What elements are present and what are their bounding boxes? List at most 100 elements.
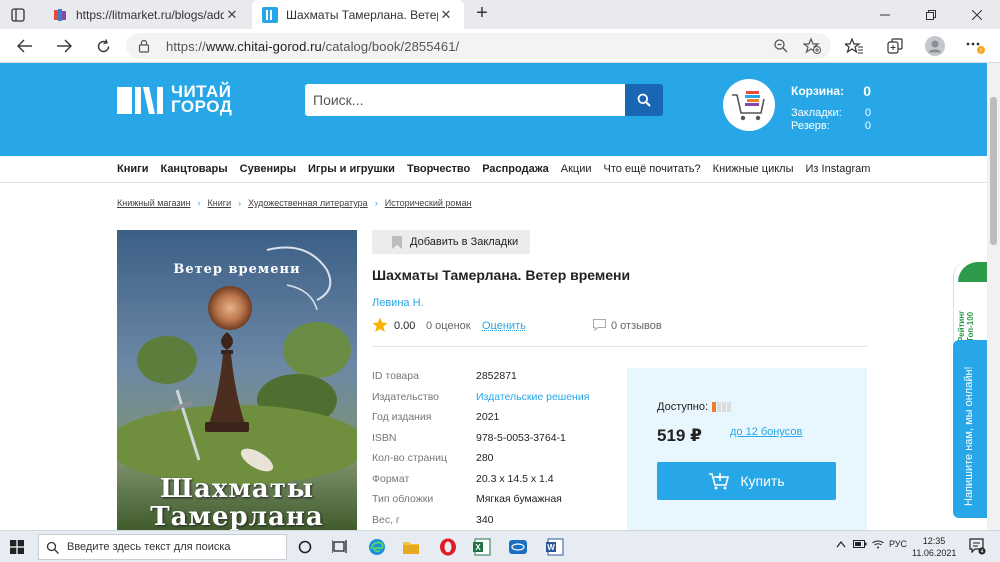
property-value: 280 — [476, 452, 494, 465]
word-icon[interactable]: W — [544, 536, 566, 558]
add-favorite-icon[interactable] — [803, 37, 821, 55]
property-value: 340 — [476, 513, 494, 526]
tab-title: Шахматы Тамерлана. Ветер време — [286, 7, 438, 22]
cart-count-row[interactable]: Корзина: 0 — [791, 83, 871, 99]
chitai-gorod-favicon-icon — [262, 6, 278, 23]
chevron-up-icon[interactable] — [836, 540, 846, 548]
nav-item-stationery[interactable]: Канцтовары — [160, 163, 227, 175]
file-explorer-icon[interactable] — [400, 536, 422, 558]
edge-app-icon[interactable] — [366, 536, 388, 558]
top100-line-1: Рейтинг — [957, 310, 966, 342]
page-scrollbar[interactable] — [987, 63, 1000, 530]
windows-start-icon[interactable] — [10, 540, 24, 554]
breadcrumb-separator: › — [374, 198, 378, 208]
publisher-link[interactable]: Издательские решения — [476, 391, 589, 403]
cortana-icon[interactable] — [294, 536, 316, 558]
bonus-link[interactable]: до 12 бонусов — [730, 426, 802, 438]
lock-icon[interactable] — [138, 39, 150, 53]
profile-icon[interactable] — [924, 35, 946, 57]
property-key: Формат — [372, 472, 410, 485]
add-to-bookmarks-button[interactable]: Добавить в Закладки — [372, 230, 530, 254]
breadcrumb-item[interactable]: Исторический роман — [385, 198, 472, 208]
nav-item-book-series[interactable]: Книжные циклы — [713, 163, 794, 175]
tab-chitai-gorod[interactable]: Шахматы Тамерлана. Ветер време ✕ — [252, 0, 464, 29]
nav-item-games-toys[interactable]: Игры и игрушки — [308, 163, 395, 175]
author-link[interactable]: Левина Н. — [372, 297, 424, 309]
breadcrumb-item[interactable]: Книжный магазин — [117, 198, 191, 208]
close-window-icon[interactable] — [954, 0, 1000, 29]
app-icon[interactable] — [507, 536, 529, 558]
property-value: 20.3 x 14.5 x 1.4 — [476, 472, 554, 485]
minimize-icon[interactable] — [862, 0, 908, 29]
browser-tab-bar: https://litmarket.ru/blogs/add ✕ Шахматы… — [0, 0, 1000, 29]
breadcrumb-item[interactable]: Художественная литература — [248, 198, 368, 208]
favorites-icon[interactable] — [843, 35, 865, 57]
cart-button[interactable] — [723, 79, 775, 131]
availability-indicator — [712, 402, 732, 412]
rate-link[interactable]: Оценить — [482, 320, 526, 332]
nav-item-sale[interactable]: Распродажа — [482, 163, 549, 175]
nav-item-promotions[interactable]: Акции — [561, 163, 592, 175]
zoom-icon[interactable] — [772, 37, 790, 55]
task-view-icon[interactable] — [329, 536, 351, 558]
property-row: Вес, г 340 — [372, 510, 589, 531]
excel-icon[interactable]: X — [471, 536, 493, 558]
close-tab-icon[interactable]: ✕ — [224, 7, 240, 23]
collections-icon[interactable] — [884, 35, 906, 57]
reviews-link[interactable]: 0 отзывов — [611, 320, 662, 332]
cover-title-line-1: Шахматы — [160, 474, 314, 504]
svg-text:W: W — [547, 543, 555, 552]
rating-row: 0.00 0 оценок Оценить 0 отзывов — [372, 317, 867, 347]
breadcrumb-separator: › — [238, 198, 242, 208]
add-to-bookmarks-label: Добавить в Закладки — [410, 236, 519, 248]
nav-item-souvenirs[interactable]: Сувениры — [240, 163, 296, 175]
property-row: Тип обложки Мягкая бумажная — [372, 489, 589, 510]
search-input[interactable] — [305, 84, 625, 116]
online-chat-label: Напишите нам, мы онлайн! — [963, 366, 975, 506]
scrollbar-thumb[interactable] — [990, 97, 997, 245]
wifi-icon[interactable] — [872, 540, 884, 549]
top100-rating-label: Рейтинг Топ-100 — [957, 310, 975, 342]
nav-item-instagram[interactable]: Из Instagram — [806, 163, 871, 175]
browser-toolbar: https://www.chitai-gorod.ru/catalog/book… — [0, 29, 1000, 63]
tab-litmarket[interactable]: https://litmarket.ru/blogs/add ✕ — [42, 0, 250, 29]
property-row: Издательство Издательские решения — [372, 387, 589, 408]
buy-box: Доступно: 519 ₽ до 12 бонусов Купить — [627, 368, 867, 532]
notifications-icon[interactable]: 4 — [968, 537, 986, 555]
cover-title-line-2: Тамерлана — [150, 502, 324, 532]
forward-icon[interactable] — [53, 35, 75, 57]
input-language[interactable]: РУС — [889, 539, 907, 549]
maximize-icon[interactable] — [908, 0, 954, 29]
refresh-icon[interactable] — [92, 35, 114, 57]
breadcrumb-item[interactable]: Книги — [208, 198, 232, 208]
search-icon — [46, 541, 59, 554]
online-chat-button[interactable]: Напишите нам, мы онлайн! — [953, 340, 987, 518]
site-logo[interactable]: ЧИТАЙ ГОРОД — [117, 83, 232, 115]
reserve-row[interactable]: Резерв: 0 — [791, 120, 871, 133]
book-cover[interactable]: Ветер времени Шахматы Тамерлана — [117, 230, 357, 532]
clock-time: 12:35 — [922, 536, 946, 546]
litmarket-favicon-icon — [54, 8, 66, 21]
buy-button[interactable]: Купить — [657, 462, 836, 500]
comment-icon — [593, 319, 606, 331]
search-icon — [637, 93, 651, 107]
property-row: Формат 20.3 x 14.5 x 1.4 — [372, 469, 589, 490]
nav-item-books[interactable]: Книги — [117, 163, 148, 175]
bookmarks-row[interactable]: Закладки: 0 — [791, 107, 871, 120]
top100-rating-widget[interactable]: Рейтинг Топ-100 — [953, 262, 988, 346]
back-icon[interactable] — [14, 35, 36, 57]
battery-icon[interactable] — [853, 540, 867, 548]
close-tab-icon[interactable]: ✕ — [438, 7, 454, 23]
tab-actions-icon[interactable] — [8, 5, 28, 25]
address-bar[interactable]: https://www.chitai-gorod.ru/catalog/book… — [126, 33, 831, 59]
taskbar-clock[interactable]: 12:35 11.06.2021 — [912, 535, 956, 559]
opera-icon[interactable] — [437, 536, 459, 558]
property-key: Тип обложки — [372, 493, 434, 506]
taskbar-search[interactable]: Введите здесь текст для поиска — [38, 534, 287, 560]
property-row: Кол-во страниц 280 — [372, 448, 589, 469]
nav-item-what-to-read[interactable]: Что ещё почитать? — [604, 163, 701, 175]
more-icon[interactable]: ! — [964, 35, 986, 57]
new-tab-button[interactable]: + — [472, 3, 492, 24]
nav-item-creativity[interactable]: Творчество — [407, 163, 470, 175]
search-button[interactable] — [625, 84, 663, 116]
